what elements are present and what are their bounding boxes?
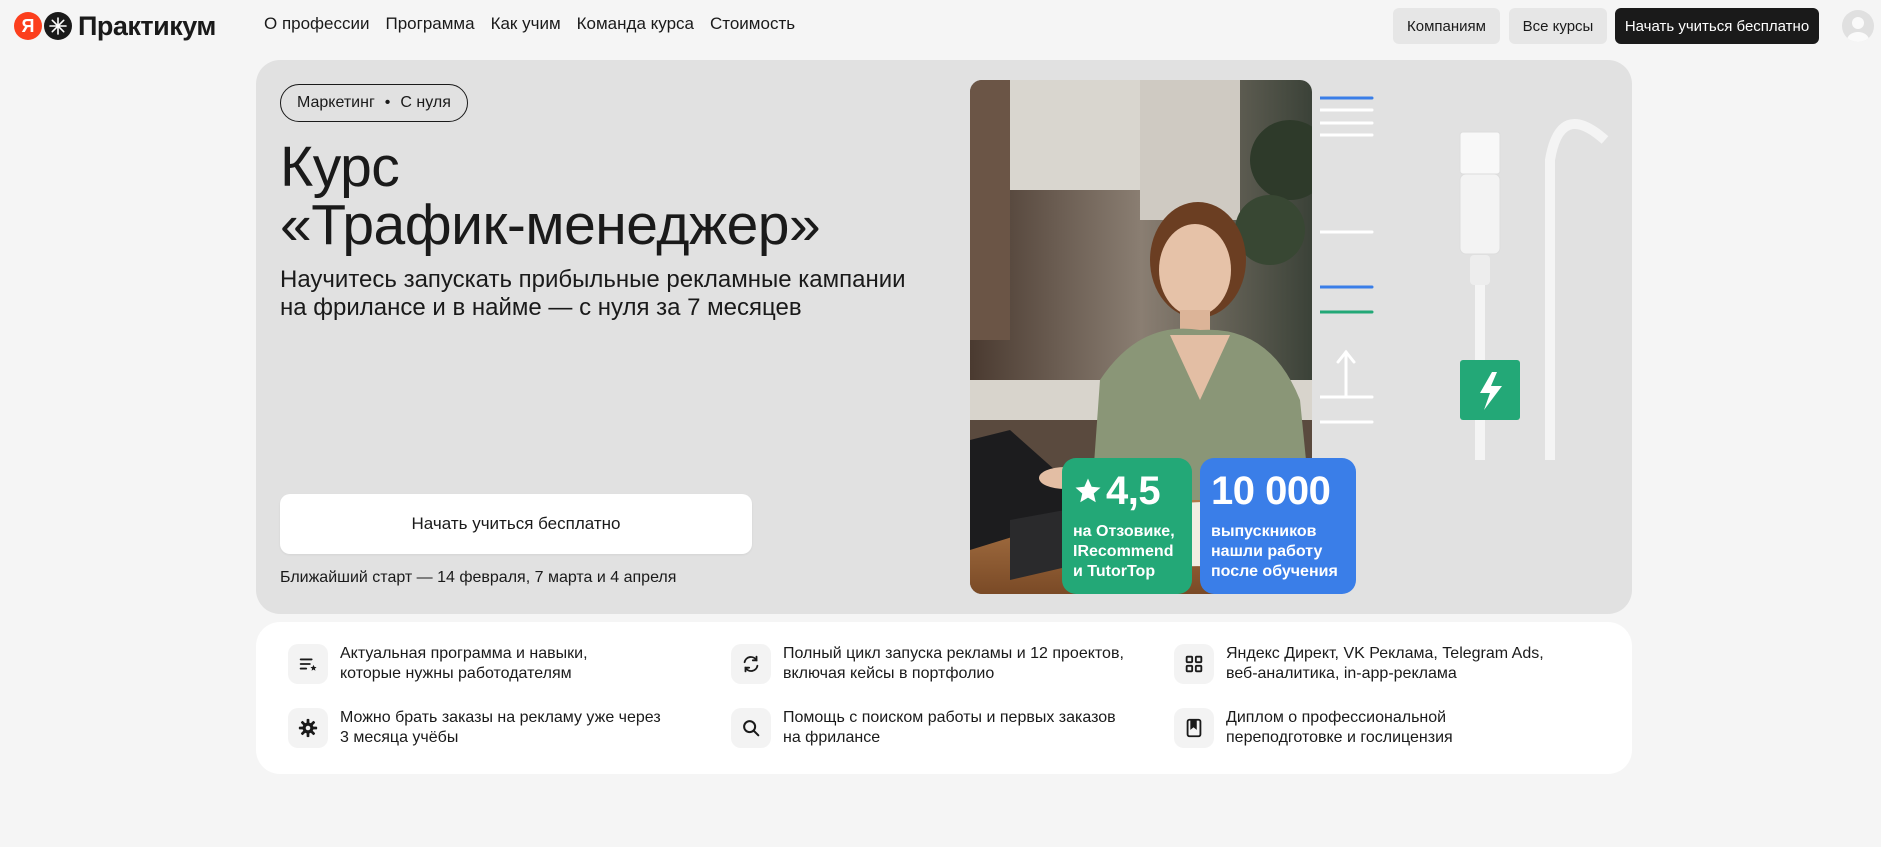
hero-subtitle: Научитесь запускать прибыльные рекламные… <box>280 266 960 322</box>
graduates-line-1: выпускников <box>1211 523 1317 540</box>
feature-text-line: 3 месяца учёбы <box>340 729 459 746</box>
title-line-1: Курс <box>280 135 400 199</box>
nav-price[interactable]: Стоимость <box>710 14 795 34</box>
hero-banner: Маркетинг • С нуля Курс «Трафик-менеджер… <box>256 60 1632 614</box>
graduates-line-3: после обучения <box>1211 563 1338 580</box>
feature-text-line: которые нужны работодателям <box>340 665 572 682</box>
tag-category: Маркетинг <box>297 94 375 111</box>
feature-text-line: Актуальная программа и навыки, <box>340 645 588 662</box>
feature-item: Помощь с поиском работы и первых заказов… <box>731 708 1151 748</box>
praktikum-star-icon <box>44 12 72 40</box>
nav-team[interactable]: Команда курса <box>577 14 694 34</box>
feature-text-line: Помощь с поиском работы и первых заказов <box>783 709 1116 726</box>
feature-text-line: веб-аналитика, in-app-реклама <box>1226 665 1457 682</box>
rating-line-1: на Отзовике, <box>1073 523 1175 540</box>
feature-text-line: на фрилансе <box>783 729 881 746</box>
main-nav: О профессии Программа Как учим Команда к… <box>264 14 811 34</box>
start-free-cta-button[interactable]: Начать учиться бесплатно <box>280 494 752 554</box>
gear-icon <box>288 708 328 748</box>
graduates-line-2: нашли работу <box>1211 543 1323 560</box>
nearest-start-date: Ближайший старт — 14 февраля, 7 марта и … <box>280 569 677 586</box>
graduates-value: 10 000 <box>1211 469 1331 513</box>
search-icon <box>731 708 771 748</box>
grid-icon <box>1174 644 1214 684</box>
feature-item: Диплом о профессиональной переподготовке… <box>1174 708 1594 748</box>
rating-value: 4,5 <box>1106 469 1161 513</box>
star-icon <box>1075 478 1101 503</box>
title-line-2: «Трафик-менеджер» <box>280 193 821 257</box>
course-features: Актуальная программа и навыки, которые н… <box>256 622 1632 774</box>
feature-text-line: Полный цикл запуска рекламы и 12 проекто… <box>783 645 1124 662</box>
graduates-badge: 10 000 выпускников нашли работу после об… <box>1200 458 1356 594</box>
tag-separator: • <box>384 94 391 111</box>
feature-item: Можно брать заказы на рекламу уже через … <box>288 708 708 748</box>
all-courses-button[interactable]: Все курсы <box>1509 8 1607 44</box>
rating-badge: 4,5 на Отзовике, IRecommend и TutorTop <box>1062 458 1192 594</box>
feature-text-line: Можно брать заказы на рекламу уже через <box>340 709 661 726</box>
logo[interactable]: Я Практикум <box>14 11 216 41</box>
diploma-icon <box>1174 708 1214 748</box>
feature-text-line: Яндекс Директ, VK Реклама, Telegram Ads, <box>1226 645 1544 662</box>
companies-button[interactable]: Компаниям <box>1393 8 1500 44</box>
tag-level: С нуля <box>400 94 451 111</box>
nav-program[interactable]: Программа <box>386 14 475 34</box>
header: Я Практикум О профессии Программа Как уч… <box>0 0 1881 52</box>
logo-text: Практикум <box>78 10 216 41</box>
page-title: Курс «Трафик-менеджер» <box>280 138 900 254</box>
rating-line-2: IRecommend <box>1073 543 1174 560</box>
user-avatar-icon[interactable] <box>1842 10 1874 42</box>
feature-text-line: переподготовке и гослицензия <box>1226 729 1453 746</box>
subtitle-line-2: на фрилансе и в найме — с нуля за 7 меся… <box>280 294 802 321</box>
feature-text-line: включая кейсы в портфолио <box>783 665 995 682</box>
nav-about[interactable]: О профессии <box>264 14 370 34</box>
feature-text-line: Диплом о профессиональной <box>1226 709 1447 726</box>
list-star-icon <box>288 644 328 684</box>
feature-item: Полный цикл запуска рекламы и 12 проекто… <box>731 644 1151 684</box>
feature-item: Яндекс Директ, VK Реклама, Telegram Ads,… <box>1174 644 1594 684</box>
rating-line-3: и TutorTop <box>1073 563 1156 580</box>
subtitle-line-1: Научитесь запускать прибыльные рекламные… <box>280 266 906 293</box>
yandex-logo-icon: Я <box>14 12 42 40</box>
nav-how-we-teach[interactable]: Как учим <box>491 14 561 34</box>
decorative-illustration <box>1318 80 1620 460</box>
feature-item: Актуальная программа и навыки, которые н… <box>288 644 708 684</box>
refresh-icon <box>731 644 771 684</box>
start-free-header-button[interactable]: Начать учиться бесплатно <box>1615 8 1819 44</box>
course-tag: Маркетинг • С нуля <box>280 84 468 122</box>
